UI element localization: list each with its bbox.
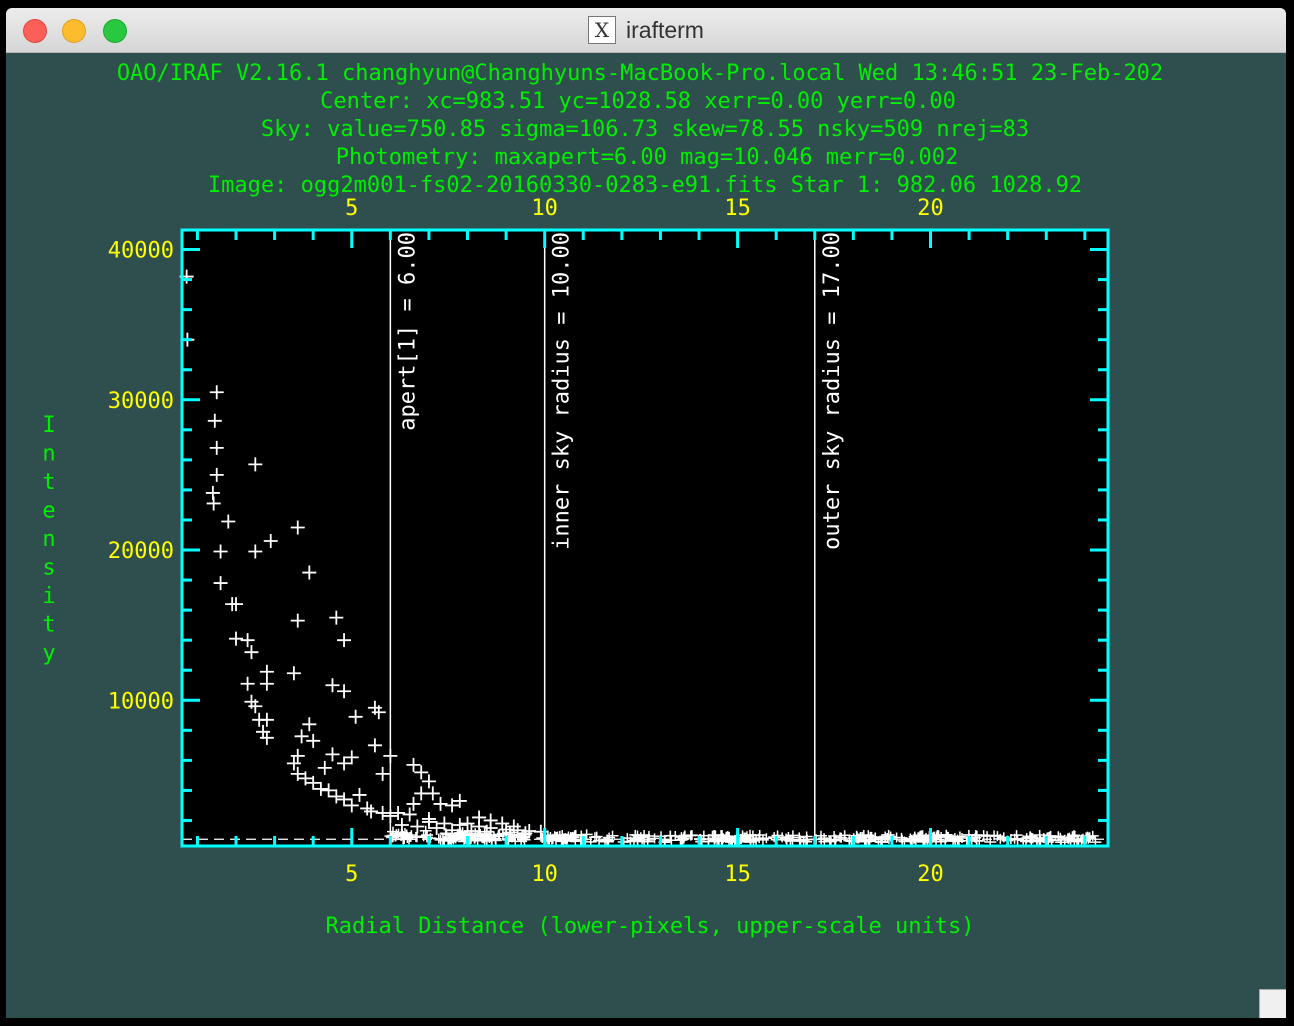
radius-line-label: inner sky radius = 10.00 <box>550 232 575 550</box>
header-image-line: Image: ogg2m001-fs02-20160330-0283-e91.f… <box>208 173 1082 198</box>
y-axis-label: Intensity <box>42 413 55 666</box>
radius-line-label: outer sky radius = 17.00 <box>820 232 845 550</box>
x-axis-label: Radial Distance (lower-pixels, upper-sca… <box>325 914 974 939</box>
x-tick-label-bottom: 10 <box>531 862 558 887</box>
resize-grip-icon[interactable] <box>1259 989 1286 1018</box>
plot-area <box>182 230 1108 846</box>
x-tick-label-bottom: 15 <box>724 862 751 887</box>
y-tick-label: 20000 <box>108 539 174 564</box>
header-sky-line: Sky: value=750.85 sigma=106.73 skew=78.5… <box>261 117 1029 142</box>
x-tick-label-top: 20 <box>917 196 944 221</box>
title-bar[interactable]: X irafterm <box>6 8 1286 53</box>
header-system-line: OAO/IRAF V2.16.1 changhyun@Changhyuns-Ma… <box>117 61 1163 86</box>
window-title-text: irafterm <box>626 16 704 43</box>
graphics-canvas[interactable]: OAO/IRAF V2.16.1 changhyun@Changhyuns-Ma… <box>6 52 1286 1018</box>
x-tick-label-top: 5 <box>345 196 358 221</box>
x-tick-label-bottom: 5 <box>345 862 358 887</box>
x-tick-label-top: 15 <box>724 196 751 221</box>
radius-line-label: apert[1] = 6.00 <box>395 232 420 431</box>
header-center-line: Center: xc=983.51 yc=1028.58 xerr=0.00 y… <box>320 89 956 114</box>
y-tick-label: 10000 <box>108 689 174 714</box>
window-title: X irafterm <box>6 8 1286 52</box>
irafterm-window: X irafterm OAO/IRAF V2.16.1 changhyun@Ch… <box>6 8 1286 1018</box>
x-tick-label-top: 10 <box>531 196 558 221</box>
x-tick-label-bottom: 20 <box>917 862 944 887</box>
y-tick-label: 40000 <box>108 239 174 264</box>
header-photometry-line: Photometry: maxapert=6.00 mag=10.046 mer… <box>336 145 959 170</box>
y-tick-label: 30000 <box>108 389 174 414</box>
x11-icon: X <box>588 16 617 44</box>
